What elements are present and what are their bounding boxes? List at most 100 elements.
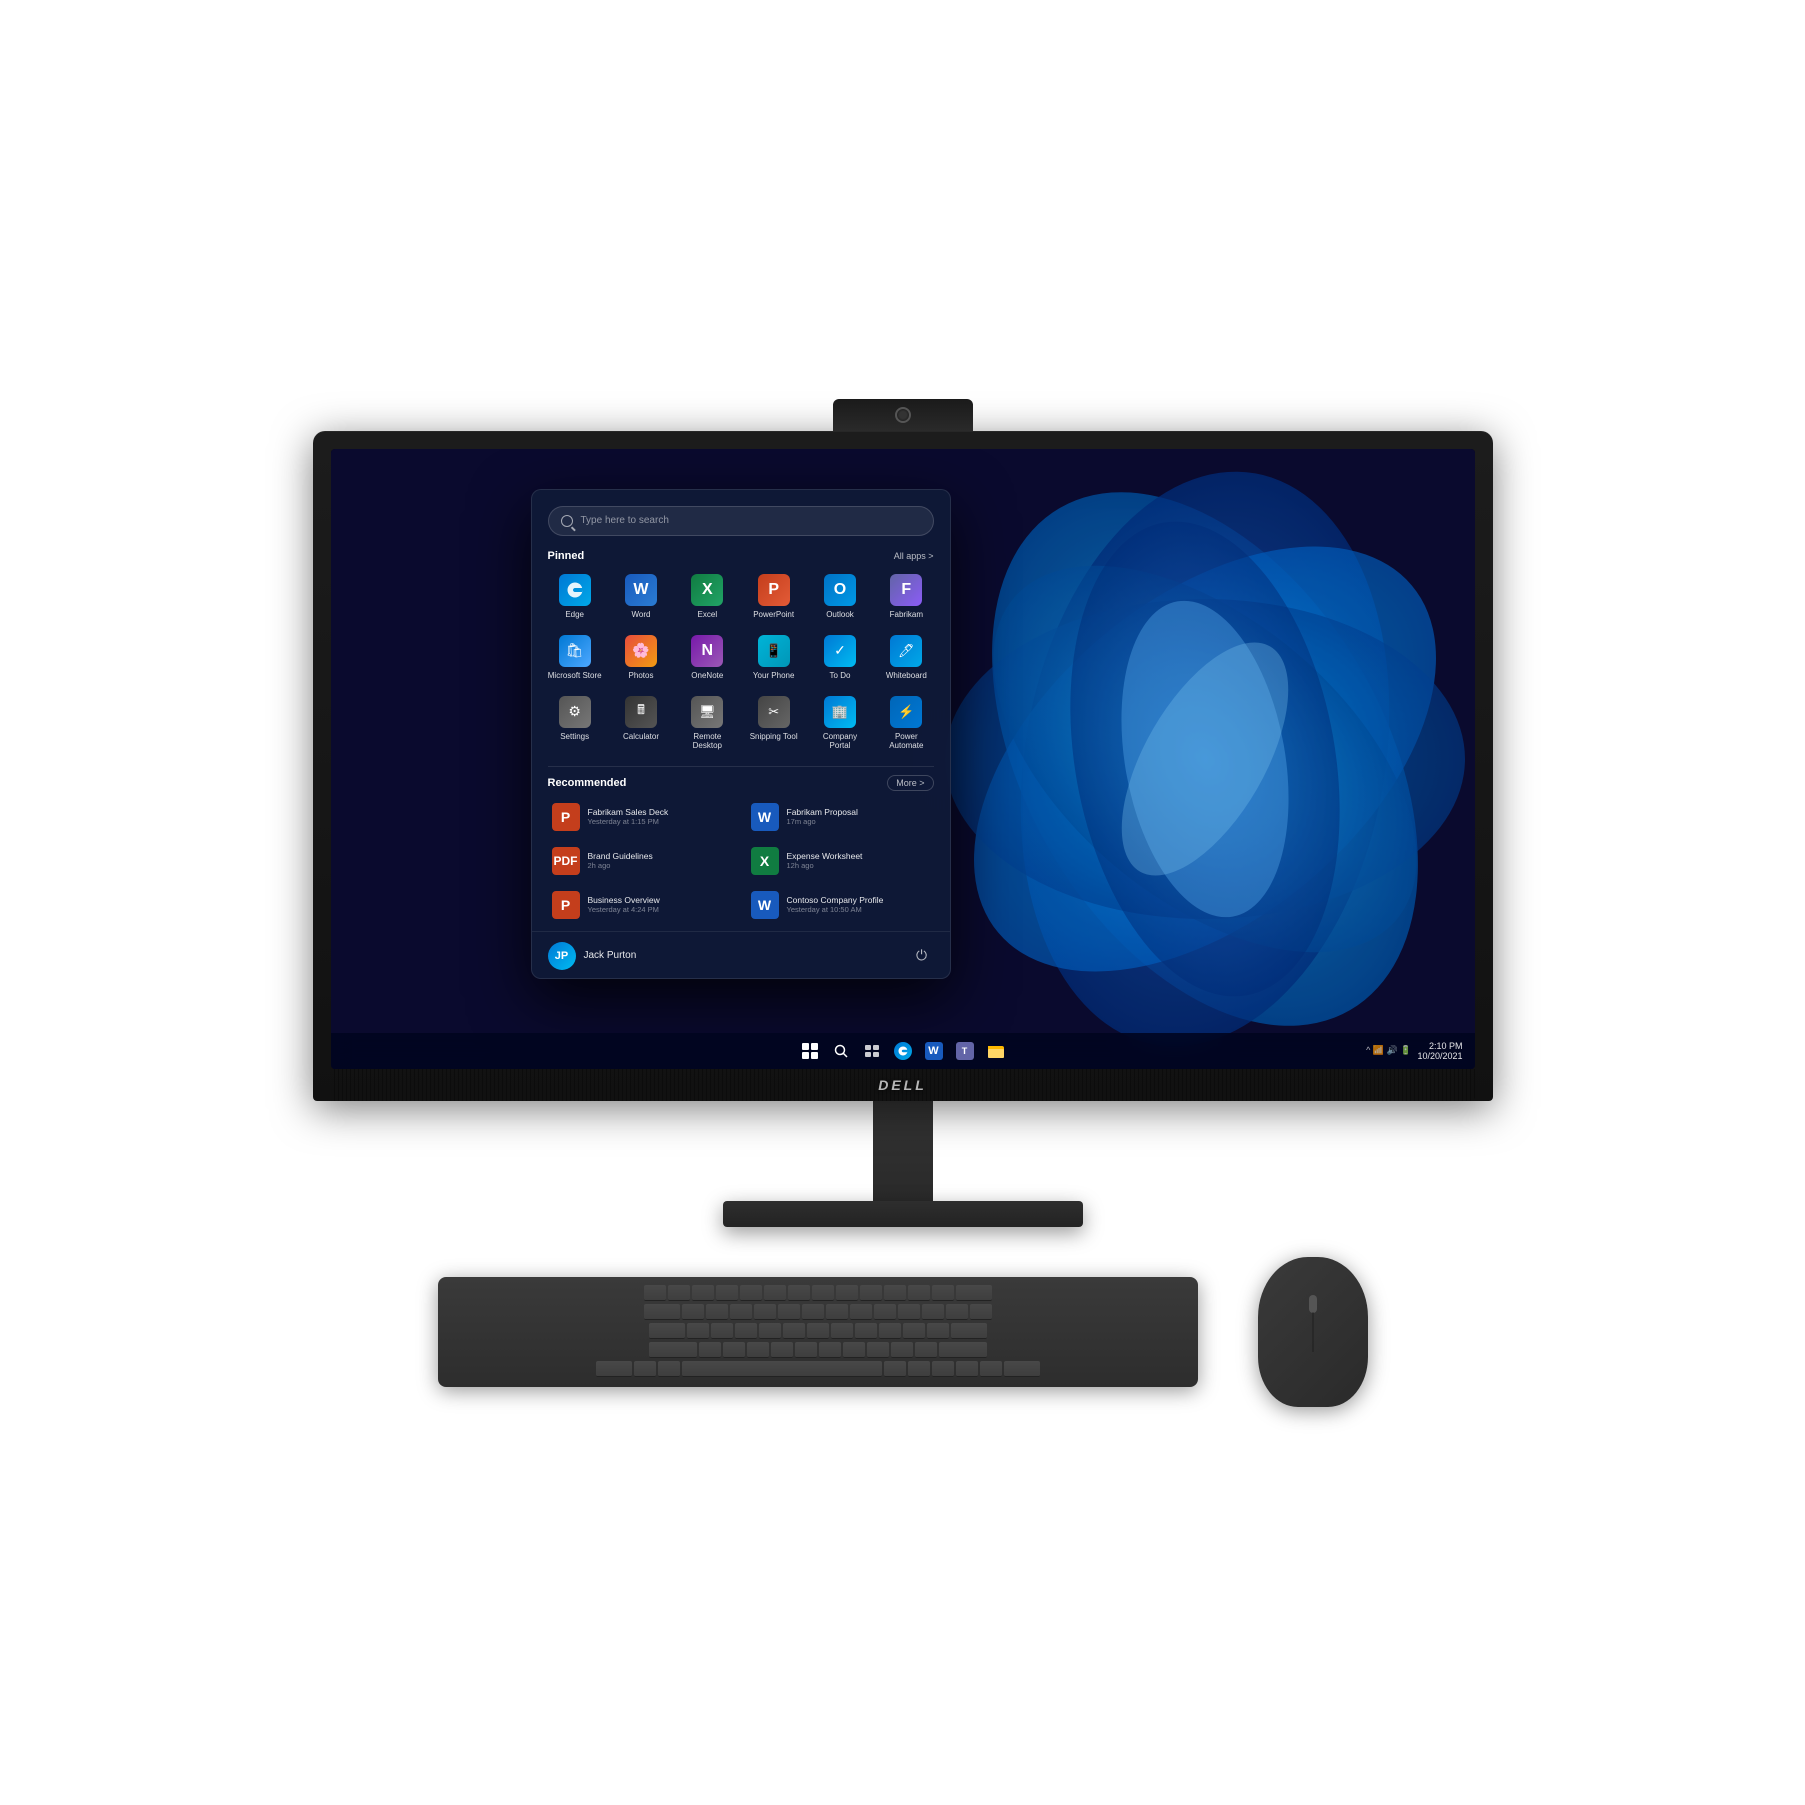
taskbar-search[interactable]	[827, 1037, 855, 1065]
search-bar[interactable]: Type here to search	[548, 506, 934, 536]
key	[687, 1323, 709, 1339]
file-time-6: Yesterday at 10:50 AM	[787, 905, 884, 914]
outlook-icon: O	[824, 574, 856, 606]
shift-left-key	[649, 1342, 697, 1358]
portal-icon: 🏢	[824, 696, 856, 728]
caps-key	[649, 1323, 685, 1339]
file-time-1: Yesterday at 1:15 PM	[588, 817, 669, 826]
key	[807, 1323, 829, 1339]
app-outlook[interactable]: O Outlook	[809, 568, 871, 625]
key	[850, 1304, 872, 1320]
app-remote[interactable]: 🖥 Remote Desktop	[676, 690, 738, 756]
system-tray-icons[interactable]: ^ 📶 🔊 🔋	[1366, 1045, 1411, 1056]
whiteboard-label: Whiteboard	[886, 671, 927, 680]
photos-label: Photos	[629, 671, 654, 680]
file-time-2: 17m ago	[787, 817, 858, 826]
recent-file-1[interactable]: P Fabrikam Sales Deck Yesterday at 1:15 …	[544, 797, 739, 837]
powerpoint-icon: P	[758, 574, 790, 606]
app-snipping[interactable]: ✂ Snipping Tool	[742, 690, 804, 756]
key	[711, 1323, 733, 1339]
recent-file-3[interactable]: PDF Brand Guidelines 2h ago	[544, 841, 739, 881]
screen: Type here to search Pinned All apps >	[331, 449, 1475, 1069]
alt-key	[658, 1361, 680, 1377]
time-display[interactable]: 2:10 PM 10/20/2021	[1417, 1041, 1462, 1061]
app-onenote[interactable]: N OneNote	[676, 629, 738, 686]
recent-file-4[interactable]: X Expense Worksheet 12h ago	[743, 841, 938, 881]
app-fabrikam[interactable]: F Fabrikam	[875, 568, 937, 625]
taskview-button[interactable]	[858, 1037, 886, 1065]
key	[730, 1304, 752, 1320]
key	[879, 1323, 901, 1339]
taskbar-center: W T	[796, 1037, 1010, 1065]
todo-icon: ✓	[824, 635, 856, 667]
key	[980, 1361, 1002, 1377]
app-store[interactable]: 🛍 Microsoft Store	[544, 629, 606, 686]
phone-icon: 📱	[758, 635, 790, 667]
app-automate[interactable]: ⚡ Power Automate	[875, 690, 937, 756]
recent-file-6[interactable]: W Contoso Company Profile Yesterday at 1…	[743, 885, 938, 925]
webcam-bar	[833, 399, 973, 431]
app-settings[interactable]: ⚙ Settings	[544, 690, 606, 756]
store-label: Microsoft Store	[548, 671, 602, 680]
keyboard[interactable]	[438, 1277, 1198, 1387]
key	[898, 1304, 920, 1320]
search-placeholder: Type here to search	[581, 515, 669, 526]
dell-logo: DELL	[878, 1077, 927, 1093]
app-powerpoint[interactable]: P PowerPoint	[742, 568, 804, 625]
taskbar-explorer[interactable]	[982, 1037, 1010, 1065]
key	[783, 1323, 805, 1339]
taskbar-edge[interactable]	[889, 1037, 917, 1065]
divider	[548, 766, 934, 767]
app-edge[interactable]: Edge	[544, 568, 606, 625]
key	[867, 1342, 889, 1358]
app-word[interactable]: W Word	[610, 568, 672, 625]
app-todo[interactable]: ✓ To Do	[809, 629, 871, 686]
power-button[interactable]: ⏻	[910, 944, 934, 968]
app-phone[interactable]: 📱 Your Phone	[742, 629, 804, 686]
key	[826, 1304, 848, 1320]
date: 10/20/2021	[1417, 1051, 1462, 1061]
snipping-label: Snipping Tool	[750, 732, 798, 741]
taskbar-right: ^ 📶 🔊 🔋 2:10 PM 10/20/2021	[1366, 1041, 1462, 1061]
onenote-label: OneNote	[691, 671, 723, 680]
key-row-5	[446, 1361, 1190, 1377]
file-icon-3: PDF	[552, 847, 580, 875]
file-icon-1: P	[552, 803, 580, 831]
file-icon-4: X	[751, 847, 779, 875]
user-info[interactable]: JP Jack Purton	[548, 942, 637, 970]
start-button[interactable]	[796, 1037, 824, 1065]
key	[819, 1342, 841, 1358]
automate-label: Power Automate	[879, 732, 933, 750]
more-button[interactable]: More >	[887, 775, 933, 791]
taskbar-word[interactable]: W	[920, 1037, 948, 1065]
app-whiteboard[interactable]: 🖊 Whiteboard	[875, 629, 937, 686]
key	[771, 1342, 793, 1358]
user-name: Jack Purton	[584, 950, 637, 961]
word-icon: W	[625, 574, 657, 606]
scene: Type here to search Pinned All apps >	[0, 0, 1805, 1805]
store-icon: 🛍	[559, 635, 591, 667]
recent-file-2[interactable]: W Fabrikam Proposal 17m ago	[743, 797, 938, 837]
taskbar-teams[interactable]: T	[951, 1037, 979, 1065]
app-excel[interactable]: X Excel	[676, 568, 738, 625]
key-row-1	[446, 1285, 1190, 1301]
pinned-header: Pinned All apps >	[532, 546, 950, 568]
key	[812, 1285, 834, 1301]
key	[970, 1304, 992, 1320]
all-apps-link[interactable]: All apps >	[894, 551, 934, 561]
file-time-5: Yesterday at 4:24 PM	[588, 905, 660, 914]
app-photos[interactable]: 🌸 Photos	[610, 629, 672, 686]
key	[831, 1323, 853, 1339]
speaker-bar: DELL	[331, 1069, 1475, 1101]
monitor-neck	[873, 1101, 933, 1201]
recent-file-5[interactable]: P Business Overview Yesterday at 4:24 PM	[544, 885, 739, 925]
app-portal[interactable]: 🏢 Company Portal	[809, 690, 871, 756]
settings-icon: ⚙	[559, 696, 591, 728]
fabrikam-icon: F	[890, 574, 922, 606]
mouse[interactable]	[1258, 1257, 1368, 1407]
powerpoint-label: PowerPoint	[753, 610, 794, 619]
key	[891, 1342, 913, 1358]
file-icon-6: W	[751, 891, 779, 919]
app-calculator[interactable]: 🖩 Calculator	[610, 690, 672, 756]
keyboard-area	[438, 1257, 1368, 1407]
